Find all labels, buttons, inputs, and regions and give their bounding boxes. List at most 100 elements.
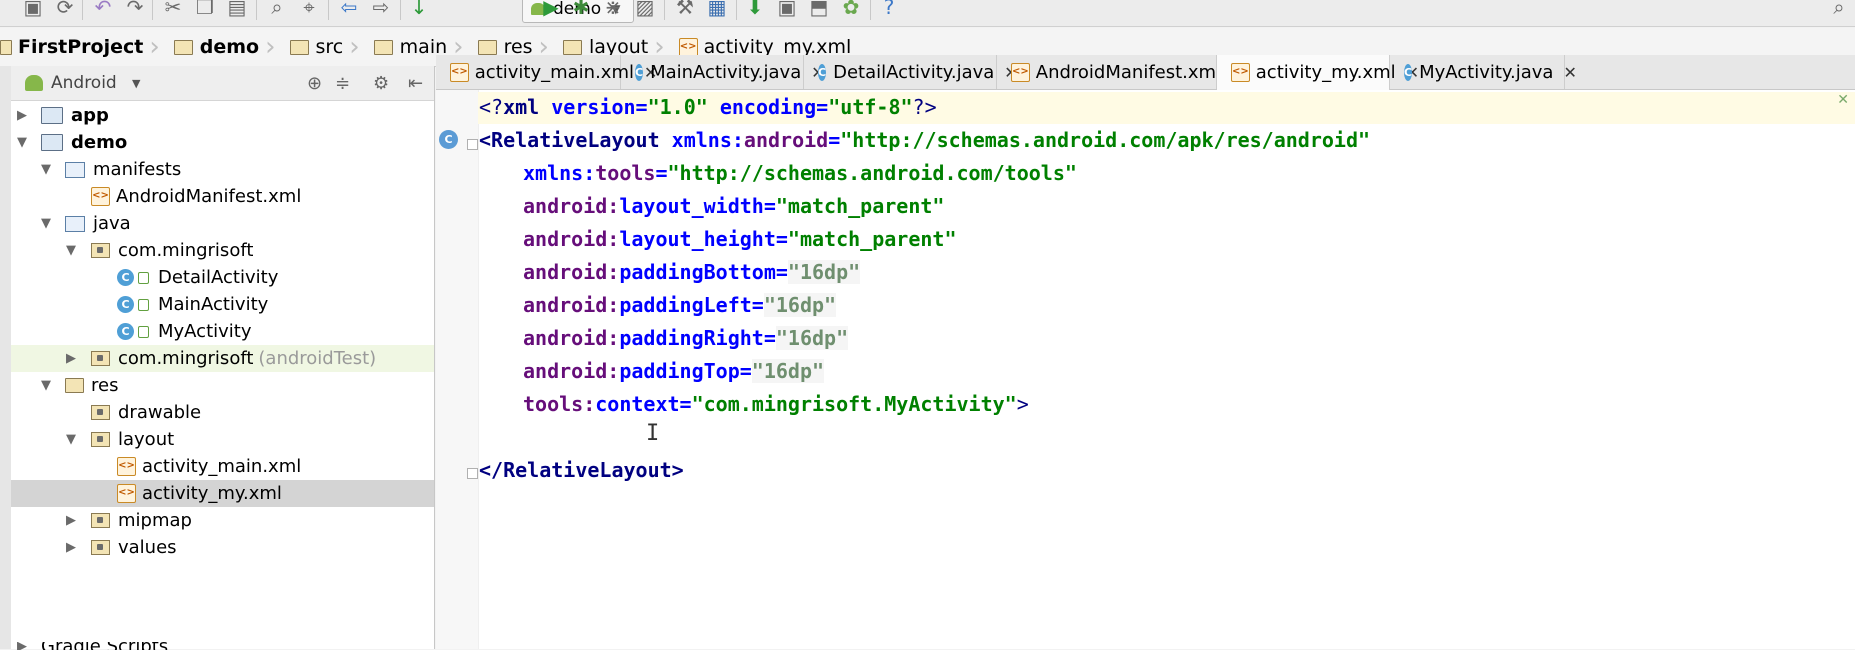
hide-panel-icon[interactable]: ⇤ — [408, 73, 423, 94]
settings-icon[interactable]: ⚒ — [672, 0, 698, 20]
class-icon: C — [117, 296, 134, 313]
tree-item-app[interactable]: ▶ app — [11, 102, 434, 129]
redo-icon[interactable]: ↷ — [122, 0, 148, 20]
tree-item-manifests[interactable]: ▼ manifests — [11, 156, 434, 183]
android-monitor-icon[interactable]: ⬒ — [806, 0, 832, 20]
tab-myactivity-java[interactable]: C MyActivity.java ✕ — [1390, 55, 1577, 89]
lock-icon — [138, 298, 149, 311]
close-icon[interactable]: ✕ — [1563, 63, 1576, 82]
fold-marker-icon[interactable] — [467, 139, 478, 150]
tree-item-layout[interactable]: ▼ layout — [11, 426, 434, 453]
tree-item-mipmap[interactable]: ▶ mipmap — [11, 507, 434, 534]
folder-icon — [477, 39, 497, 55]
gear-icon[interactable]: ⚙ — [373, 73, 389, 94]
help-icon[interactable]: ? — [876, 0, 902, 20]
collapse-arrow-icon[interactable]: ▼ — [64, 432, 78, 447]
warning-icon: ✕ — [1837, 92, 1849, 108]
tree-item-res[interactable]: ▼ res — [11, 372, 434, 399]
tree-item-androidmanifest[interactable]: <> AndroidManifest.xml — [11, 183, 434, 210]
tree-item-suffix: (androidTest) — [258, 348, 377, 369]
editor-gutter — [436, 90, 479, 649]
tree-item-myactivity[interactable]: C MyActivity — [11, 318, 434, 345]
breadcrumb-label: src — [315, 36, 344, 58]
folder-icon — [91, 432, 110, 447]
find-icon[interactable]: ⌕ — [264, 0, 290, 20]
debug-icon[interactable]: ✱ — [568, 0, 594, 20]
tree-item-label: values — [118, 537, 177, 558]
breadcrumb-item-firstproject[interactable]: FirstProject › — [0, 28, 166, 66]
code-line-2: <RelativeLayout xmlns:android="http://sc… — [479, 128, 1371, 152]
undo-icon[interactable]: ↶ — [90, 0, 116, 20]
collapse-arrow-icon[interactable]: ▼ — [39, 162, 53, 177]
lock-icon — [138, 325, 149, 338]
code-editor[interactable]: C ✕ <?xml version="1.0" encoding="utf-8"… — [436, 90, 1855, 649]
replace-icon[interactable]: ⌖ — [296, 0, 322, 20]
tree-item-package[interactable]: ▼ com.mingrisoft — [11, 237, 434, 264]
code-line-9: android:paddingTop="16dp" — [523, 359, 825, 383]
attach-debugger-icon[interactable]: ⋇ — [600, 0, 626, 20]
breadcrumb-item-demo[interactable]: demo › — [166, 28, 282, 66]
breadcrumb-label: FirstProject — [18, 36, 144, 58]
related-class-icon[interactable]: C — [439, 130, 458, 149]
scroll-from-source-icon[interactable]: ⊕ — [307, 73, 322, 94]
tab-mainactivity-java[interactable]: C MainActivity.java ✕ — [621, 55, 825, 89]
tab-label: activity_main.xml — [474, 61, 634, 83]
search-everywhere-icon[interactable]: ⌕ — [1826, 0, 1852, 20]
project-structure-icon[interactable]: ▦ — [704, 0, 730, 20]
paste-icon[interactable]: ▤ — [224, 0, 250, 20]
android-device-icon[interactable]: ✿ — [838, 0, 864, 20]
collapse-all-icon[interactable]: ≑ — [335, 73, 350, 94]
tab-activity-main-xml[interactable]: <> activity_main.xml ✕ — [436, 55, 657, 89]
breadcrumb-item-src[interactable]: src › — [282, 28, 366, 66]
class-icon: C — [635, 63, 644, 81]
folder-icon — [65, 215, 85, 232]
run-icon[interactable]: ▶ — [538, 0, 564, 20]
expand-arrow-icon[interactable]: ▶ — [64, 540, 78, 555]
forward-icon[interactable]: ⇨ — [368, 0, 394, 20]
tab-androidmanifest-xml[interactable]: <> AndroidManifest.xml ✕ — [997, 55, 1245, 89]
tree-item-demo[interactable]: ▼ demo — [11, 129, 434, 156]
tab-activity-my-xml[interactable]: <> activity_my.xml ✕ — [1217, 55, 1419, 90]
tree-item-activity-my-xml[interactable]: <> activity_my.xml — [11, 480, 434, 507]
tree-item-package-androidtest[interactable]: ▶ com.mingrisoft (androidTest) — [11, 345, 434, 372]
save-icon[interactable]: ▣ — [20, 0, 46, 20]
tree-item-values[interactable]: ▶ values — [11, 534, 434, 561]
collapse-arrow-icon[interactable]: ▼ — [64, 243, 78, 258]
tree-item-java[interactable]: ▼ java — [11, 210, 434, 237]
toolbar-separator — [328, 0, 329, 20]
tab-detailactivity-java[interactable]: C DetailActivity.java ✕ — [804, 55, 1018, 89]
expand-arrow-icon[interactable]: ▶ — [64, 513, 78, 528]
code-line-10: tools:context="com.mingrisoft.MyActivity… — [523, 392, 1029, 416]
cut-icon[interactable]: ✂ — [160, 0, 186, 20]
copy-icon[interactable]: ❐ — [192, 0, 218, 20]
collapse-arrow-icon[interactable]: ▼ — [39, 378, 53, 393]
folder-icon — [173, 39, 193, 55]
collapse-arrow-icon[interactable]: ▼ — [39, 216, 53, 231]
tree-item-detailactivity[interactable]: C DetailActivity — [11, 264, 434, 291]
code-line-1: <?xml version="1.0" encoding="utf-8"?> — [479, 95, 937, 119]
tree-item-activity-main-xml[interactable]: <> activity_main.xml — [11, 453, 434, 480]
xml-file-icon: <> — [450, 62, 469, 82]
tree-item-drawable[interactable]: drawable — [11, 399, 434, 426]
make-icon[interactable]: ↓ — [406, 0, 432, 20]
project-view-selector[interactable]: Android — [51, 73, 117, 93]
tree-item-label: manifests — [93, 159, 182, 180]
tree-item-mainactivity[interactable]: C MainActivity — [11, 291, 434, 318]
toolbar-separator — [400, 0, 401, 20]
stop-icon[interactable]: ▨ — [632, 0, 658, 20]
sync-icon[interactable]: ⟳ — [52, 0, 78, 20]
expand-arrow-icon[interactable]: ▶ — [15, 108, 29, 123]
collapse-arrow-icon[interactable]: ▼ — [15, 135, 29, 150]
sdk-manager-icon[interactable]: ⬇ — [742, 0, 768, 20]
xml-file-icon: <> — [117, 484, 136, 503]
tree-item-label: java — [93, 213, 131, 234]
tab-label: DetailActivity.java — [833, 61, 995, 83]
fold-marker-icon[interactable] — [467, 468, 478, 479]
chevron-down-icon[interactable]: ▼ — [132, 77, 140, 90]
expand-arrow-icon[interactable]: ▶ — [64, 351, 78, 366]
toolbar-separator — [82, 0, 83, 20]
back-icon[interactable]: ⇦ — [336, 0, 362, 20]
avd-manager-icon[interactable]: ▣ — [774, 0, 800, 20]
project-panel-header: Android ▼ ⊕ ≑ ⚙ ⇤ — [11, 66, 434, 101]
tree-item-label: MyActivity — [158, 321, 252, 342]
